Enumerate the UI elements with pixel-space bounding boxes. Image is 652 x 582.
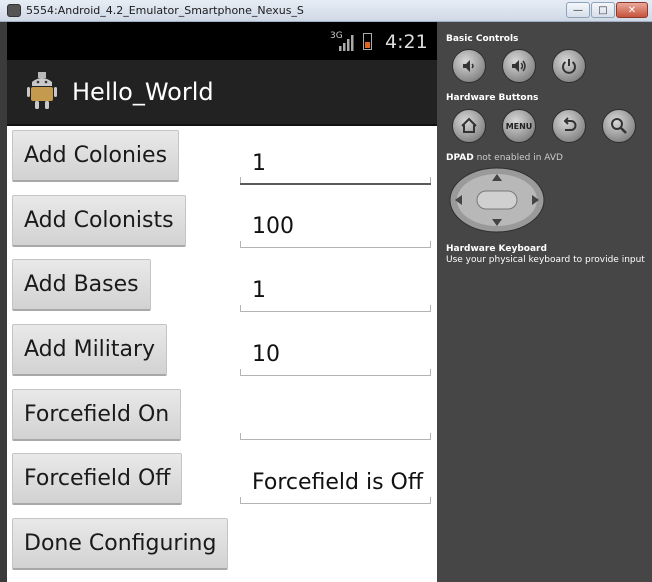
emulator-controls-panel: Basic Controls Hardware Buttons MENU DPA… [437,22,652,582]
military-input[interactable]: 10 [240,342,431,376]
home-button[interactable] [452,109,486,143]
colonies-input[interactable]: 1 [240,151,431,185]
bases-value: 1 [252,278,266,303]
volume-down-button[interactable] [452,49,486,83]
android-robot-icon [27,72,57,109]
window-titlebar: 5554:Android_4.2_Emulator_Smartphone_Nex… [0,0,652,22]
maximize-icon: □ [598,4,608,16]
add-colonies-button[interactable]: Add Colonies [12,130,180,182]
forcefield-on-field[interactable] [240,412,431,440]
basic-controls-label: Basic Controls [446,34,519,44]
bases-input[interactable]: 1 [240,278,431,312]
done-configuring-button[interactable]: Done Configuring [12,518,229,570]
maximize-button[interactable]: □ [591,2,615,18]
minimize-button[interactable]: — [566,2,590,18]
device-screen: 3G 4:21 Hello_World Add Colonies 1 Add C… [7,22,437,582]
window-title: 5554:Android_4.2_Emulator_Smartphone_Nex… [26,4,304,17]
close-button[interactable]: ✕ [616,2,648,18]
close-icon: ✕ [627,4,637,16]
volume-down-icon [463,60,474,72]
back-button[interactable] [552,109,586,143]
volume-up-icon [512,60,526,72]
battery-icon [363,33,372,50]
colonists-value: 100 [252,214,294,239]
military-value: 10 [252,342,280,367]
hardware-keyboard-label: Hardware Keyboard [446,244,547,254]
minimize-icon: — [573,4,583,16]
dpad-note: not enabled in AVD [476,153,563,163]
dpad-control[interactable] [449,167,545,233]
colonies-value: 1 [252,151,266,176]
add-colonists-button[interactable]: Add Colonists [12,195,186,247]
forcefield-status-text: Forcefield is Off [252,470,424,495]
menu-button[interactable]: MENU [502,109,536,143]
volume-up-button[interactable] [502,49,536,83]
emulator-app-icon [7,4,21,17]
signal-icon [339,35,354,51]
back-icon [563,117,577,131]
app-title: Hello_World [72,78,214,106]
dpad-label: DPAD not enabled in AVD [446,153,563,163]
add-military-button[interactable]: Add Military [12,324,168,376]
hardware-keyboard-note: Use your physical keyboard to provide in… [446,255,645,265]
add-bases-button[interactable]: Add Bases [12,259,151,311]
search-button[interactable] [602,109,636,143]
power-icon [562,59,576,74]
forcefield-status-field[interactable]: Forcefield is Off [240,470,431,504]
forcefield-off-button[interactable]: Forcefield Off [12,453,183,505]
colonists-input[interactable]: 100 [240,214,431,248]
menu-button-label: MENU [505,121,533,131]
forcefield-on-button[interactable]: Forcefield On [12,389,182,441]
action-bar: Hello_World [7,60,437,126]
hardware-buttons-label: Hardware Buttons [446,93,539,103]
status-clock: 4:21 [385,31,428,53]
home-icon [461,117,477,133]
app-content: Add Colonies 1 Add Colonists 100 Add Bas… [7,126,437,582]
search-icon [611,118,627,134]
power-button[interactable] [552,49,586,83]
status-bar: 3G 4:21 [7,22,437,60]
